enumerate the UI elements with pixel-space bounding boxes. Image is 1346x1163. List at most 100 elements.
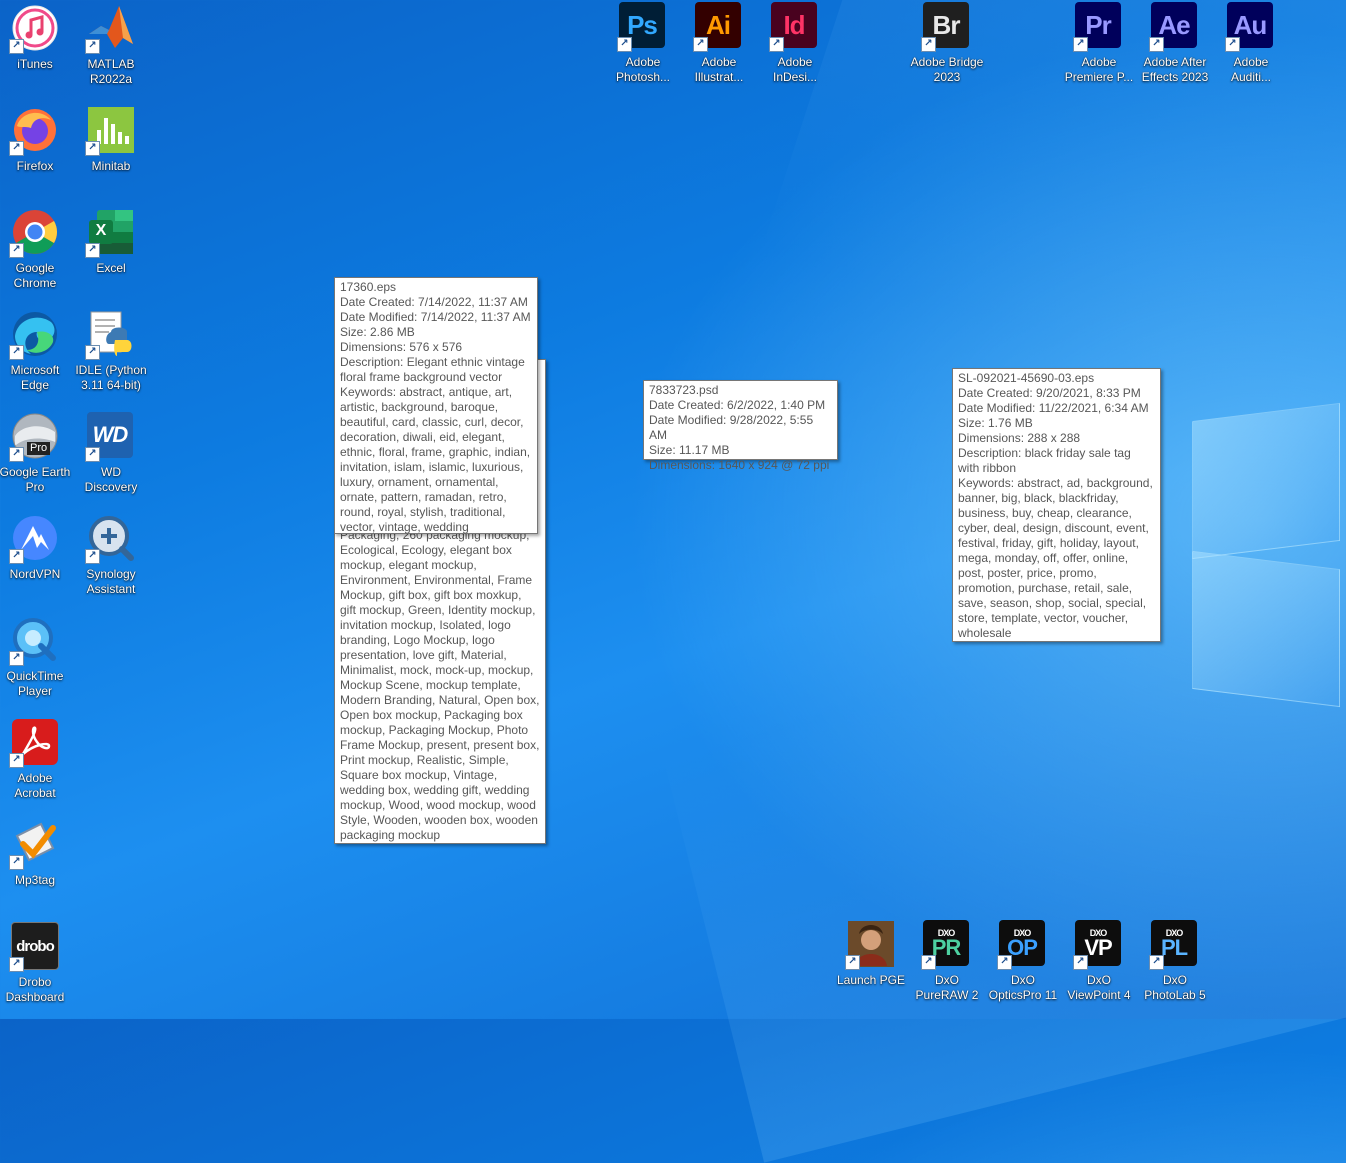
minitab-icon: ↗ <box>85 106 135 156</box>
icon-label: Adobe Premiere P... <box>1064 55 1134 84</box>
desktop-icon-dxo-viewpoint[interactable]: DXO VP ↗ DxO ViewPoint 4 <box>1060 920 1138 1003</box>
excel-icon: X ↗ <box>85 208 135 258</box>
icon-label: Launch PGE <box>836 973 906 987</box>
dxo-opticspro-icon: DXO OP ↗ <box>997 920 1047 970</box>
icon-label: IDLE (Python 3.11 64-bit) <box>75 363 147 392</box>
icon-label: DxO PhotoLab 5 <box>1144 973 1206 1002</box>
desktop-icon-dxo-opticspro[interactable]: DXO OP ↗ DxO OpticsPro 11 <box>984 920 1062 1003</box>
icon-label: NordVPN <box>9 567 61 581</box>
wallpaper-window-logo-pane <box>1192 402 1340 560</box>
icon-label: Adobe Illustrat... <box>694 55 744 84</box>
tooltip-size: Size: 11.17 MB <box>649 443 730 457</box>
tooltip-filename: SL-092021-45690-03.eps <box>958 371 1095 385</box>
desktop-icon-matlab[interactable]: ↗ MATLAB R2022a <box>72 4 150 87</box>
desktop-icon-minitab[interactable]: ↗ Minitab <box>72 106 150 174</box>
photoshop-icon: Ps ↗ <box>617 2 667 52</box>
wd-discovery-icon: WD ↗ <box>85 412 135 462</box>
icon-label: Drobo Dashboard <box>5 975 65 1004</box>
desktop-icon-itunes[interactable]: ↗ iTunes <box>0 4 74 72</box>
icon-label: Firefox <box>16 159 54 173</box>
desktop-icon-drobo-dashboard[interactable]: drobo ↗ Drobo Dashboard <box>0 922 74 1005</box>
quicktime-icon: ↗ <box>9 616 59 666</box>
tooltip-date-modified: Date Modified: 7/14/2022, 11:37 AM <box>340 310 531 324</box>
synology-assistant-icon: ↗ <box>85 514 135 564</box>
dxo-photolab-icon: DXO PL ↗ <box>1149 920 1199 970</box>
after-effects-icon: Ae ↗ <box>1149 2 1199 52</box>
icon-label: DxO OpticsPro 11 <box>988 973 1058 1002</box>
desktop-icon-mp3tag[interactable]: ↗ Mp3tag <box>0 820 74 888</box>
tooltip-dimensions: Dimensions: 1640 x 924 @ 72 ppi <box>649 458 830 472</box>
firefox-icon: ↗ <box>9 106 59 156</box>
desktop-icon-illustrator[interactable]: Ai ↗ Adobe Illustrat... <box>680 2 758 85</box>
icon-label: WD Discovery <box>84 465 138 494</box>
pro-badge: Pro <box>27 442 51 455</box>
indesign-icon: Id ↗ <box>769 2 819 52</box>
launch-pge-icon: ↗ <box>845 920 895 970</box>
desktop-icon-audition[interactable]: Au ↗ Adobe Auditi... <box>1212 2 1290 85</box>
icon-label: Adobe Auditi... <box>1230 55 1272 84</box>
tooltip-description: Description: Elegant ethnic vintage flor… <box>340 355 525 384</box>
desktop-icon-firefox[interactable]: ↗ Firefox <box>0 106 74 174</box>
audition-icon: Au ↗ <box>1225 2 1275 52</box>
icon-label: DxO PureRAW 2 <box>915 973 979 1002</box>
tooltip-date-created: Date Created: 7/14/2022, 11:37 AM <box>340 295 528 309</box>
desktop-icon-adobe-acrobat[interactable]: ↗ Adobe Acrobat <box>0 718 74 801</box>
icon-label: Google Earth Pro <box>0 465 71 494</box>
desktop-icon-indesign[interactable]: Id ↗ Adobe InDesi... <box>756 2 834 85</box>
desktop-icon-launch-pge[interactable]: ↗ Launch PGE <box>832 920 910 988</box>
acrobat-icon: ↗ <box>9 718 59 768</box>
desktop-icon-premiere-pro[interactable]: Pr ↗ Adobe Premiere P... <box>1060 2 1138 85</box>
desktop-icon-bridge[interactable]: Br ↗ Adobe Bridge 2023 <box>908 2 986 85</box>
tooltip-keywords: Keywords: abstract, ad, background, bann… <box>958 476 1153 640</box>
icon-label: Adobe Photosh... <box>615 55 671 84</box>
tooltip-17360-eps: 17360.eps Date Created: 7/14/2022, 11:37… <box>334 277 538 534</box>
icon-label: DxO ViewPoint 4 <box>1067 973 1131 1002</box>
tooltip-line: Ecological, Ecology, elegant box mockup,… <box>340 543 540 842</box>
desktop-icon-wd-discovery[interactable]: WD ↗ WD Discovery <box>72 412 150 495</box>
mp3tag-icon: ↗ <box>9 820 59 870</box>
tooltip-filename: 17360.eps <box>340 280 397 294</box>
matlab-icon: ↗ <box>85 4 135 54</box>
desktop-icon-after-effects[interactable]: Ae ↗ Adobe After Effects 2023 <box>1136 2 1214 85</box>
nordvpn-icon: ↗ <box>9 514 59 564</box>
icon-label: Adobe Acrobat <box>14 771 56 800</box>
tooltip-size: Size: 2.86 MB <box>340 325 415 339</box>
tooltip-keywords: Keywords: abstract, antique, art, artist… <box>340 385 531 534</box>
icon-label: iTunes <box>17 57 53 71</box>
itunes-icon: ↗ <box>9 4 59 54</box>
icon-label: MATLAB R2022a <box>87 57 135 86</box>
icon-label: Google Chrome <box>13 261 57 290</box>
desktop-icon-microsoft-edge[interactable]: ↗ Microsoft Edge <box>0 310 74 393</box>
desktop-icon-quicktime[interactable]: ↗ QuickTime Player <box>0 616 74 699</box>
icon-label: Adobe InDesi... <box>772 55 817 84</box>
icon-label: Microsoft Edge <box>10 363 60 392</box>
tooltip-filename: 7833723.psd <box>649 383 719 397</box>
tooltip-7833723-psd: 7833723.psd Date Created: 6/2/2022, 1:40… <box>643 380 838 472</box>
desktop-icon-excel[interactable]: X ↗ Excel <box>72 208 150 276</box>
tooltip-date-created: Date Created: 9/20/2021, 8:33 PM <box>958 386 1141 400</box>
desktop-icon-dxo-photolab[interactable]: DXO PL ↗ DxO PhotoLab 5 <box>1136 920 1214 1003</box>
edge-icon: ↗ <box>9 310 59 360</box>
desktop-icon-google-chrome[interactable]: ↗ Google Chrome <box>0 208 74 291</box>
tooltip-size: Size: 1.76 MB <box>958 416 1033 430</box>
tooltip-dimensions: Dimensions: 288 x 288 <box>958 431 1081 445</box>
icon-label: Adobe Bridge 2023 <box>910 55 984 84</box>
tooltip-sl-092021-eps: SL-092021-45690-03.eps Date Created: 9/2… <box>952 368 1161 642</box>
desktop-icon-synology-assistant[interactable]: ↗ Synology Assistant <box>72 514 150 597</box>
icon-label: Synology Assistant <box>86 567 136 596</box>
icon-label: QuickTime Player <box>6 669 64 698</box>
python-idle-icon: ↗ <box>85 310 135 360</box>
chrome-icon: ↗ <box>9 208 59 258</box>
desktop-icon-nordvpn[interactable]: ↗ NordVPN <box>0 514 74 582</box>
google-earth-icon: Pro ↗ <box>9 412 59 462</box>
desktop-icon-dxo-pureraw[interactable]: DXO PR ↗ DxO PureRAW 2 <box>908 920 986 1003</box>
premiere-pro-icon: Pr ↗ <box>1073 2 1123 52</box>
icon-label: Excel <box>96 261 126 275</box>
wallpaper-window-logo-pane <box>1192 550 1340 708</box>
icon-label: Mp3tag <box>14 873 56 887</box>
bridge-icon: Br ↗ <box>921 2 971 52</box>
desktop-icon-photoshop[interactable]: Ps ↗ Adobe Photosh... <box>604 2 682 85</box>
desktop-icon-idle-python[interactable]: ↗ IDLE (Python 3.11 64-bit) <box>72 310 150 393</box>
desktop-icon-google-earth-pro[interactable]: Pro ↗ Google Earth Pro <box>0 412 74 495</box>
dxo-pureraw-icon: DXO PR ↗ <box>921 920 971 970</box>
